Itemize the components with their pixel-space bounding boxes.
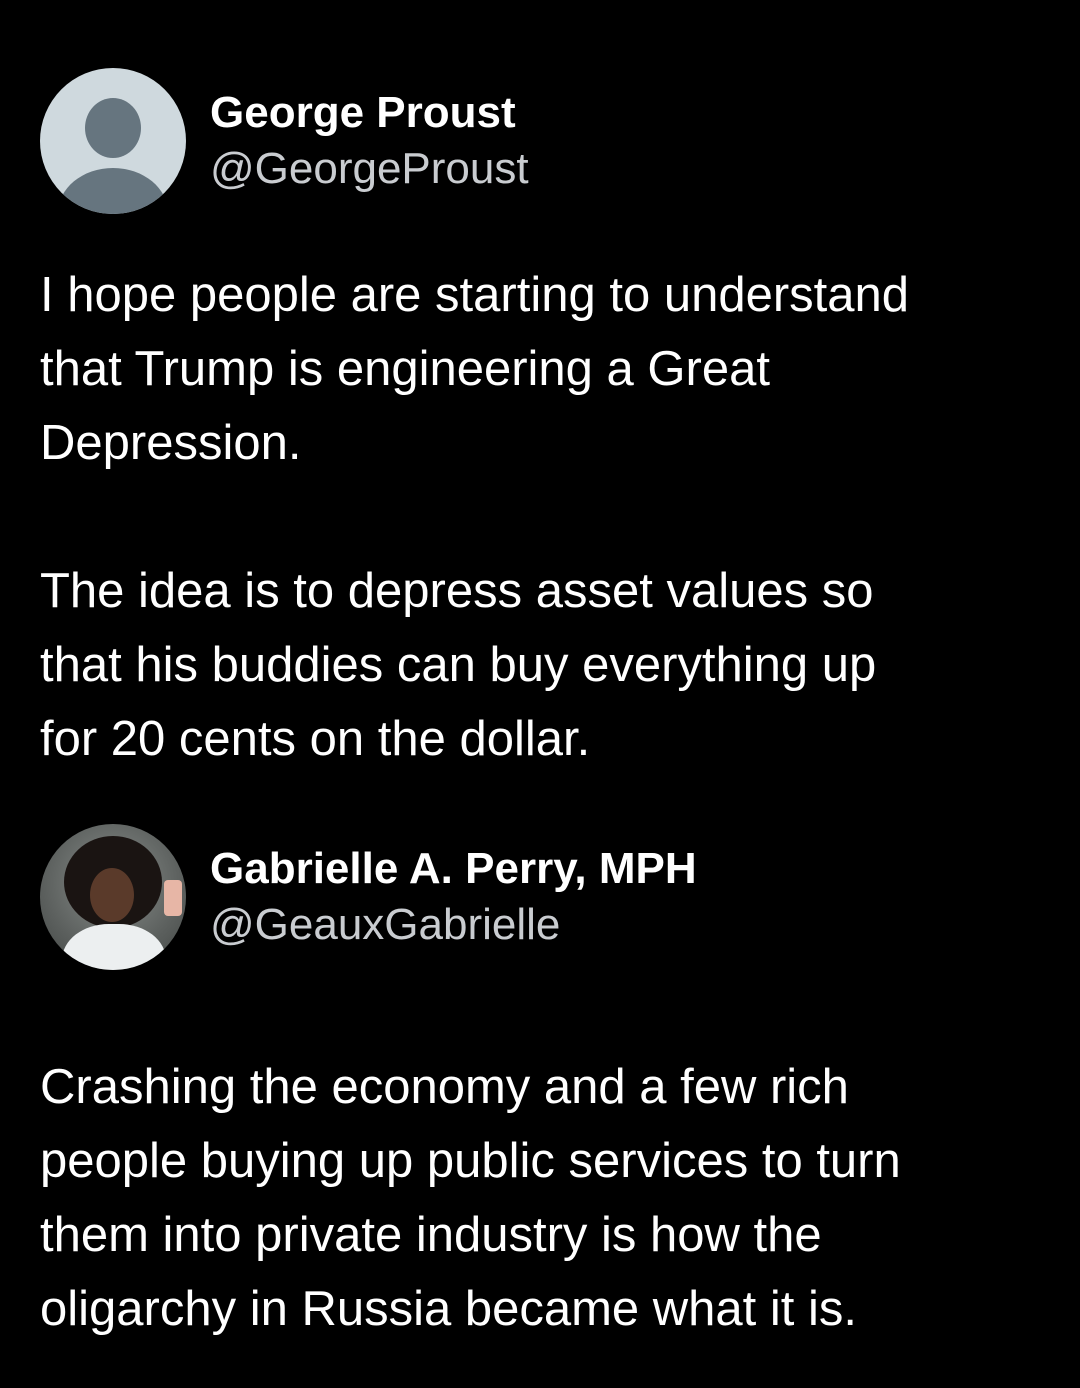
default-avatar-head-icon xyxy=(85,98,141,158)
post-gabrielle-perry: Gabrielle A. Perry, MPH @GeauxGabrielle … xyxy=(40,824,1040,1346)
default-avatar-body-icon xyxy=(58,168,168,214)
author-info: George Proust @GeorgeProust xyxy=(210,85,529,197)
author-handle[interactable]: @GeauxGabrielle xyxy=(210,897,697,953)
author-display-name[interactable]: George Proust xyxy=(210,85,529,141)
author-handle[interactable]: @GeorgeProust xyxy=(210,141,529,197)
post-header: Gabrielle A. Perry, MPH @GeauxGabrielle xyxy=(40,824,1040,970)
post-text: I hope people are starting to understand… xyxy=(40,268,910,766)
author-info: Gabrielle A. Perry, MPH @GeauxGabrielle xyxy=(210,841,697,953)
author-display-name[interactable]: Gabrielle A. Perry, MPH xyxy=(210,841,697,897)
post-text: Crashing the economy and a few rich peop… xyxy=(40,1060,901,1336)
avatar-photo-phone xyxy=(164,880,182,916)
avatar[interactable] xyxy=(40,824,186,970)
post-george-proust: George Proust @GeorgeProust I hope peopl… xyxy=(40,68,1040,776)
post-header: George Proust @GeorgeProust xyxy=(40,68,1040,214)
avatar-photo-face xyxy=(90,868,134,922)
avatar-photo-body xyxy=(62,924,166,970)
avatar[interactable] xyxy=(40,68,186,214)
